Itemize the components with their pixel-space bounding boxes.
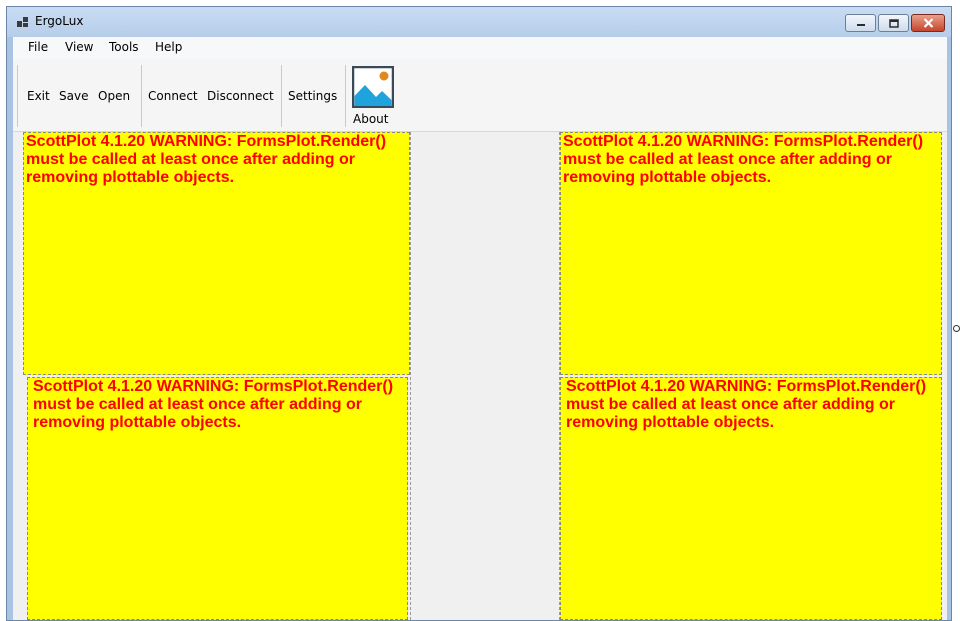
toolbar: Exit Save Open Connect Disconnect Settin… bbox=[13, 59, 947, 132]
title-bar[interactable]: ErgoLux bbox=[7, 7, 951, 37]
settings-button[interactable]: Settings bbox=[288, 89, 337, 103]
menu-bar: File View Tools Help bbox=[13, 37, 947, 59]
toolbar-separator bbox=[345, 65, 346, 127]
connect-button[interactable]: Connect bbox=[148, 89, 198, 103]
plot-warning-text: ScottPlot 4.1.20 WARNING: FormsPlot.Rend… bbox=[26, 133, 387, 186]
maximize-icon bbox=[888, 18, 899, 28]
toolbar-grip[interactable] bbox=[17, 65, 18, 127]
plot-bottom-left[interactable]: ScottPlot 4.1.20 WARNING: FormsPlot.Rend… bbox=[27, 377, 408, 620]
plot-warning-text: ScottPlot 4.1.20 WARNING: FormsPlot.Rend… bbox=[563, 133, 924, 186]
splitter-bottom[interactable] bbox=[410, 377, 560, 620]
splitter-top[interactable] bbox=[410, 132, 560, 375]
resize-handle[interactable] bbox=[953, 325, 960, 332]
menu-help[interactable]: Help bbox=[155, 40, 182, 54]
plot-top-left[interactable]: ScottPlot 4.1.20 WARNING: FormsPlot.Rend… bbox=[23, 132, 410, 375]
close-button[interactable] bbox=[911, 14, 945, 32]
menu-file[interactable]: File bbox=[28, 40, 48, 54]
plot-warning-text: ScottPlot 4.1.20 WARNING: FormsPlot.Rend… bbox=[566, 378, 927, 431]
maximize-button[interactable] bbox=[878, 14, 909, 32]
plot-warning-text: ScottPlot 4.1.20 WARNING: FormsPlot.Rend… bbox=[33, 378, 394, 431]
toolbar-separator bbox=[141, 65, 142, 127]
minimize-icon bbox=[856, 24, 865, 26]
open-button[interactable]: Open bbox=[98, 89, 130, 103]
client-area: File View Tools Help Exit Save Open Conn… bbox=[13, 37, 947, 620]
image-icon[interactable] bbox=[352, 66, 394, 108]
window-title: ErgoLux bbox=[35, 14, 84, 28]
save-button[interactable]: Save bbox=[59, 89, 88, 103]
plot-bottom-right[interactable]: ScottPlot 4.1.20 WARNING: FormsPlot.Rend… bbox=[560, 377, 942, 620]
main-window: ErgoLux File View Tools Help Exit Save O… bbox=[6, 6, 952, 621]
close-icon bbox=[923, 18, 933, 28]
plot-top-right[interactable]: ScottPlot 4.1.20 WARNING: FormsPlot.Rend… bbox=[560, 132, 942, 375]
about-button[interactable]: About bbox=[353, 112, 388, 126]
app-icon bbox=[17, 17, 28, 27]
minimize-button[interactable] bbox=[845, 14, 876, 32]
menu-tools[interactable]: Tools bbox=[109, 40, 139, 54]
disconnect-button[interactable]: Disconnect bbox=[207, 89, 274, 103]
menu-view[interactable]: View bbox=[65, 40, 93, 54]
exit-button[interactable]: Exit bbox=[27, 89, 50, 103]
toolbar-separator bbox=[281, 65, 282, 127]
